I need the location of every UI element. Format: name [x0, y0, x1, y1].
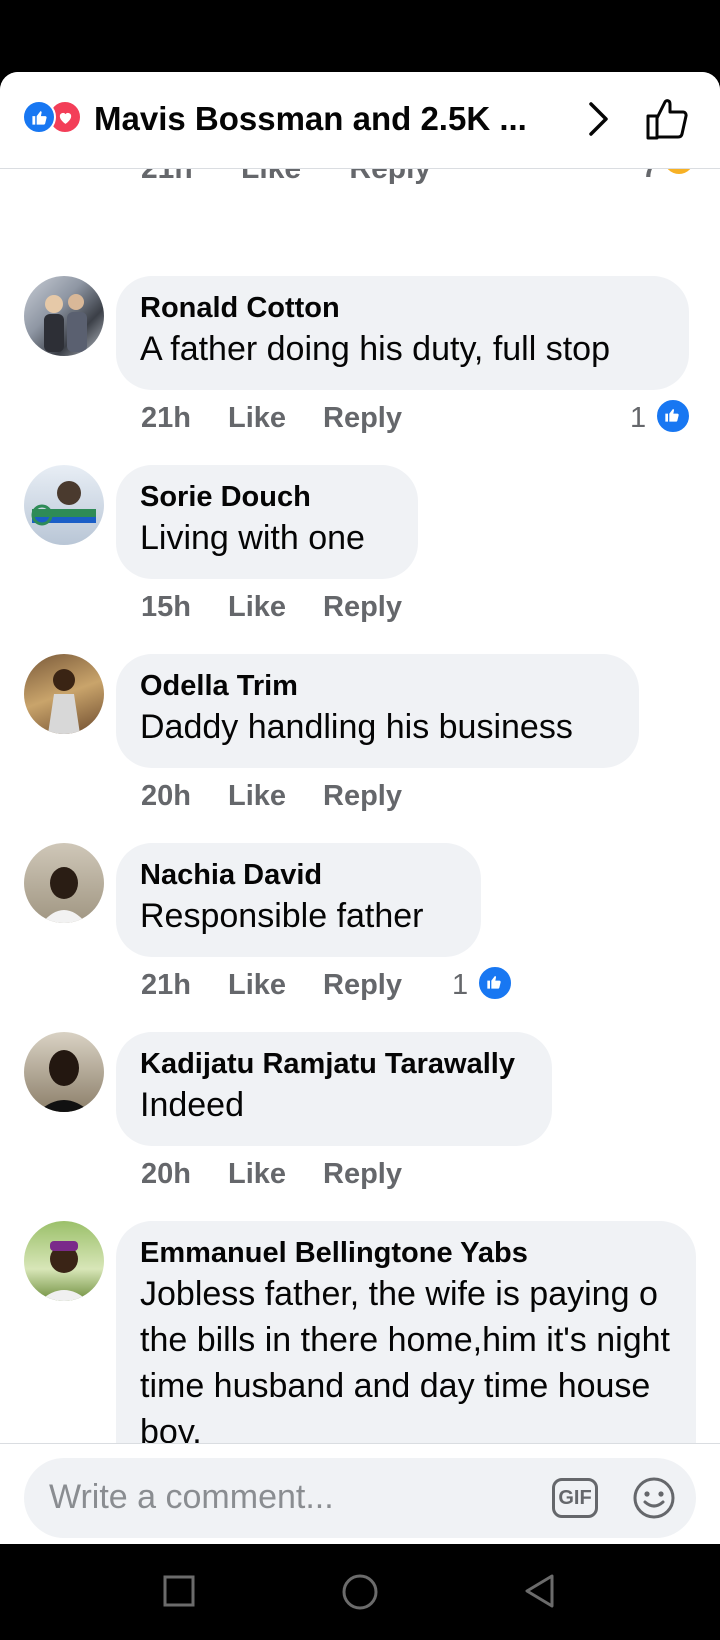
back-icon[interactable] — [522, 1573, 556, 1609]
reply-link[interactable]: Reply — [323, 969, 402, 1001]
like-link[interactable]: Like — [228, 969, 286, 1001]
avatar[interactable] — [24, 843, 104, 923]
comment-time: 15h — [141, 591, 191, 623]
like-link[interactable]: Like — [228, 591, 286, 623]
reactions-summary-title[interactable]: Mavis Bossman and 2.5K ... — [94, 100, 527, 138]
comment-author[interactable]: Kadijatu Ramjatu Tarawally — [140, 1046, 528, 1082]
reply-link[interactable]: Reply — [323, 402, 402, 434]
chevron-right-icon[interactable] — [580, 98, 616, 140]
comment-time: 21h — [141, 402, 191, 434]
comment-actions: 15h Like Reply — [141, 591, 439, 624]
comment-actions: 21h Like Reply — [141, 402, 439, 435]
like-link[interactable]: Like — [228, 402, 286, 434]
comments-sheet: Mavis Bossman and 2.5K ... 21h Like Repl… — [0, 72, 720, 1544]
like-link[interactable]: Like — [228, 780, 286, 812]
avatar[interactable] — [24, 1221, 104, 1301]
comment-author[interactable]: Emmanuel Bellingtone Yabs — [140, 1235, 672, 1271]
comment-author[interactable]: Nachia David — [140, 857, 457, 893]
avatar[interactable] — [24, 465, 104, 545]
reply-link[interactable]: Reply — [349, 168, 431, 185]
comment-time: 21h — [141, 168, 193, 185]
comment-author[interactable]: Sorie Douch — [140, 479, 394, 515]
comment-text: Jobless father, the wife is paying o the… — [140, 1275, 670, 1443]
comment-text: A father doing his duty, full stop — [140, 330, 610, 368]
comment-bubble[interactable]: Ronald Cotton A father doing his duty, f… — [116, 276, 689, 390]
comment-text: Indeed — [140, 1086, 244, 1124]
comment-text: Responsible father — [140, 897, 424, 935]
reply-link[interactable]: Reply — [323, 1158, 402, 1190]
system-navigation-bar — [0, 1544, 720, 1640]
comment-author[interactable]: Odella Trim — [140, 668, 615, 704]
comments-list: 21h Like Reply 7 Ronald Cotton A father … — [0, 168, 720, 1443]
comment-text: Daddy handling his business — [140, 708, 573, 746]
reaction-count: 1 — [630, 402, 647, 434]
reaction-summary[interactable] — [22, 100, 88, 134]
recent-apps-icon[interactable] — [162, 1573, 196, 1609]
comment-bubble[interactable]: Sorie Douch Living with one — [116, 465, 418, 579]
avatar[interactable] — [24, 654, 104, 734]
comment-actions: 20h Like Reply — [141, 780, 439, 813]
like-reaction-icon — [477, 965, 513, 1001]
avatar[interactable] — [24, 1032, 104, 1112]
comment-input[interactable]: Write a comment... GIF — [24, 1458, 696, 1538]
gif-button[interactable]: GIF — [552, 1478, 598, 1518]
reaction-count: 1 — [452, 969, 469, 1001]
comment-bubble[interactable]: Kadijatu Ramjatu Tarawally Indeed — [116, 1032, 552, 1146]
emoji-icon[interactable] — [632, 1476, 676, 1520]
comment-actions: 20h Like Reply — [141, 1158, 439, 1191]
reply-link[interactable]: Reply — [323, 591, 402, 623]
comment-text: Living with one — [140, 519, 365, 557]
like-thumb-icon[interactable] — [644, 96, 690, 142]
comment-time: 21h — [141, 969, 191, 1001]
reaction-count: 7 — [642, 168, 659, 184]
like-reaction-icon — [655, 398, 691, 434]
like-link[interactable]: Like — [241, 168, 301, 185]
like-reaction-icon — [22, 100, 56, 134]
comment-composer: Write a comment... GIF — [0, 1443, 720, 1544]
previous-comment-meta: 21h Like Reply — [141, 168, 431, 186]
reactions-header[interactable]: Mavis Bossman and 2.5K ... — [0, 72, 720, 169]
like-link[interactable]: Like — [228, 1158, 286, 1190]
comment-time: 20h — [141, 1158, 191, 1190]
comment-bubble[interactable]: Nachia David Responsible father — [116, 843, 481, 957]
comment-author[interactable]: Ronald Cotton — [140, 290, 665, 326]
comment-bubble[interactable]: Odella Trim Daddy handling his business — [116, 654, 639, 768]
comment-actions: 21h Like Reply — [141, 969, 439, 1002]
reply-link[interactable]: Reply — [323, 780, 402, 812]
avatar[interactable] — [24, 276, 104, 356]
comment-time: 20h — [141, 780, 191, 812]
home-icon[interactable] — [341, 1573, 379, 1611]
comment-placeholder[interactable]: Write a comment... — [49, 1478, 334, 1517]
comment-bubble[interactable]: Emmanuel Bellingtone Yabs Jobless father… — [116, 1221, 696, 1443]
